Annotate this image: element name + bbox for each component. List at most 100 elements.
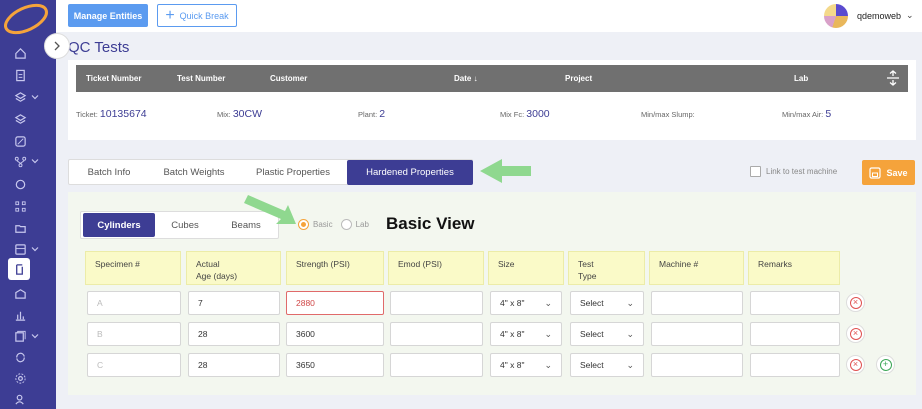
emod-input[interactable] (390, 353, 483, 377)
sidebar-item-docs[interactable] (10, 325, 44, 347)
sidebar-item-network[interactable] (10, 195, 44, 217)
test-type-select[interactable]: Select ⌄ (570, 353, 644, 377)
header-remarks: Remarks (748, 251, 840, 285)
size-select[interactable]: 4" x 8" ⌄ (490, 353, 562, 377)
remove-icon: × (849, 358, 862, 371)
chevron-down-icon[interactable]: ⌄ (906, 10, 914, 21)
flow-icon (14, 156, 27, 167)
sidebar-item-stack[interactable] (10, 108, 44, 130)
tab-plastic-properties[interactable]: Plastic Properties (239, 160, 347, 184)
sidebar-item-layers[interactable] (10, 86, 44, 108)
cylinder-icon (15, 263, 23, 275)
header-emod: Emod (PSI) (388, 251, 484, 285)
manage-entities-button[interactable]: Manage Entities (68, 4, 148, 27)
test-type-select[interactable]: Select ⌄ (570, 291, 644, 315)
tab-batch-info[interactable]: Batch Info (69, 160, 149, 184)
emod-input[interactable] (390, 291, 483, 315)
annotation-label: Basic View (386, 214, 475, 233)
sidebar-item-flow[interactable] (10, 150, 44, 172)
machine-input[interactable] (651, 353, 743, 377)
sidebar-item-qc-tests[interactable] (8, 258, 30, 280)
age-input[interactable]: 28 (188, 322, 280, 346)
annotation-arrow (480, 159, 531, 183)
test-type-select[interactable]: Select ⌄ (570, 322, 644, 346)
header-age: Actual Age (days) (186, 251, 281, 285)
sidebar-item-sync[interactable] (10, 346, 44, 368)
docs-icon (15, 330, 26, 342)
column-test-number[interactable]: Test Number (177, 74, 225, 83)
plant-field: Plant: 2 (358, 108, 386, 120)
chevron-down-icon: ⌄ (626, 359, 634, 370)
properties-tabs: Batch Info Batch Weights Plastic Propert… (68, 159, 473, 185)
add-row-button[interactable]: + (876, 355, 895, 374)
machine-input[interactable] (651, 322, 743, 346)
sidebar-item-home[interactable] (10, 42, 44, 64)
strength-input[interactable]: 2880 (286, 291, 384, 315)
column-lab[interactable]: Lab (794, 74, 808, 83)
sidebar-item-documents[interactable] (10, 64, 44, 86)
emod-input[interactable] (390, 322, 483, 346)
layers-icon (14, 91, 27, 102)
age-input[interactable]: 7 (188, 291, 280, 315)
logo (4, 3, 48, 35)
specimen-input[interactable]: C (87, 353, 181, 377)
column-date[interactable]: Date ↓ (454, 74, 478, 83)
ticket-details: Ticket: 10135674 Mix: 30CW Plant: 2 Mix … (68, 108, 916, 124)
chevron-down-icon (31, 159, 39, 164)
lab-label: Lab (355, 220, 369, 229)
strength-input[interactable]: 3650 (286, 353, 384, 377)
remove-row-button[interactable]: × (846, 293, 865, 312)
avatar[interactable] (824, 4, 848, 28)
remove-icon: × (849, 296, 862, 309)
tab-batch-weights[interactable]: Batch Weights (149, 160, 239, 184)
ticket-table-header: Ticket Number Test Number Customer Date … (76, 65, 908, 92)
folder-icon (15, 224, 26, 233)
sidebar-item-inbox[interactable] (10, 238, 44, 260)
sidebar-item-charts[interactable] (10, 130, 44, 152)
building-icon (15, 288, 26, 299)
tab-cubes[interactable]: Cubes (155, 213, 215, 237)
header-machine: Machine # (649, 251, 744, 285)
machine-input[interactable] (651, 291, 743, 315)
ticket-field: Ticket: 10135674 (76, 108, 147, 120)
basic-label: Basic (313, 220, 333, 229)
quick-break-label: Quick Break (179, 10, 229, 21)
remove-row-button[interactable]: × (846, 355, 865, 374)
strength-input[interactable]: 3600 (286, 322, 384, 346)
basic-radio[interactable] (298, 219, 309, 230)
save-icon (869, 166, 882, 179)
tab-cylinders[interactable]: Cylinders (83, 213, 155, 237)
mix-field: Mix: 30CW (217, 108, 263, 120)
sidebar-item-users[interactable] (10, 388, 44, 409)
sidebar-item-plants[interactable] (10, 282, 44, 304)
size-select[interactable]: 4" x 8" ⌄ (490, 322, 562, 346)
link-to-test-machine[interactable]: Link to test machine (750, 166, 837, 177)
column-project[interactable]: Project (565, 74, 592, 83)
sidebar-item-refresh[interactable] (10, 173, 44, 195)
remove-row-button[interactable]: × (846, 324, 865, 343)
sync-icon (16, 352, 25, 362)
quick-break-button[interactable]: + Quick Break (157, 4, 237, 27)
mix-fc-field: Mix Fc: 3000 (500, 108, 550, 120)
size-select[interactable]: 4" x 8" ⌄ (490, 291, 562, 315)
age-input[interactable]: 28 (188, 353, 280, 377)
username[interactable]: qdemoweb (857, 11, 901, 21)
remarks-input[interactable] (750, 291, 840, 315)
sidebar-item-settings[interactable] (10, 367, 44, 389)
column-ticket-number[interactable]: Ticket Number (86, 74, 141, 83)
sidebar-item-folder[interactable] (10, 217, 44, 239)
tab-hardened-properties[interactable]: Hardened Properties (347, 160, 473, 185)
remarks-input[interactable] (750, 322, 840, 346)
document-icon (16, 69, 25, 81)
sort-icon[interactable] (886, 70, 900, 86)
lab-radio[interactable] (340, 219, 352, 230)
save-button[interactable]: Save (862, 160, 915, 185)
specimen-input[interactable]: A (87, 291, 181, 315)
header-size: Size (488, 251, 564, 285)
column-customer[interactable]: Customer (270, 74, 307, 83)
remarks-input[interactable] (750, 353, 840, 377)
collapse-sidebar-button[interactable] (44, 33, 70, 59)
link-machine-checkbox[interactable] (750, 166, 761, 177)
specimen-input[interactable]: B (87, 322, 181, 346)
sidebar-item-reports[interactable] (10, 304, 44, 326)
